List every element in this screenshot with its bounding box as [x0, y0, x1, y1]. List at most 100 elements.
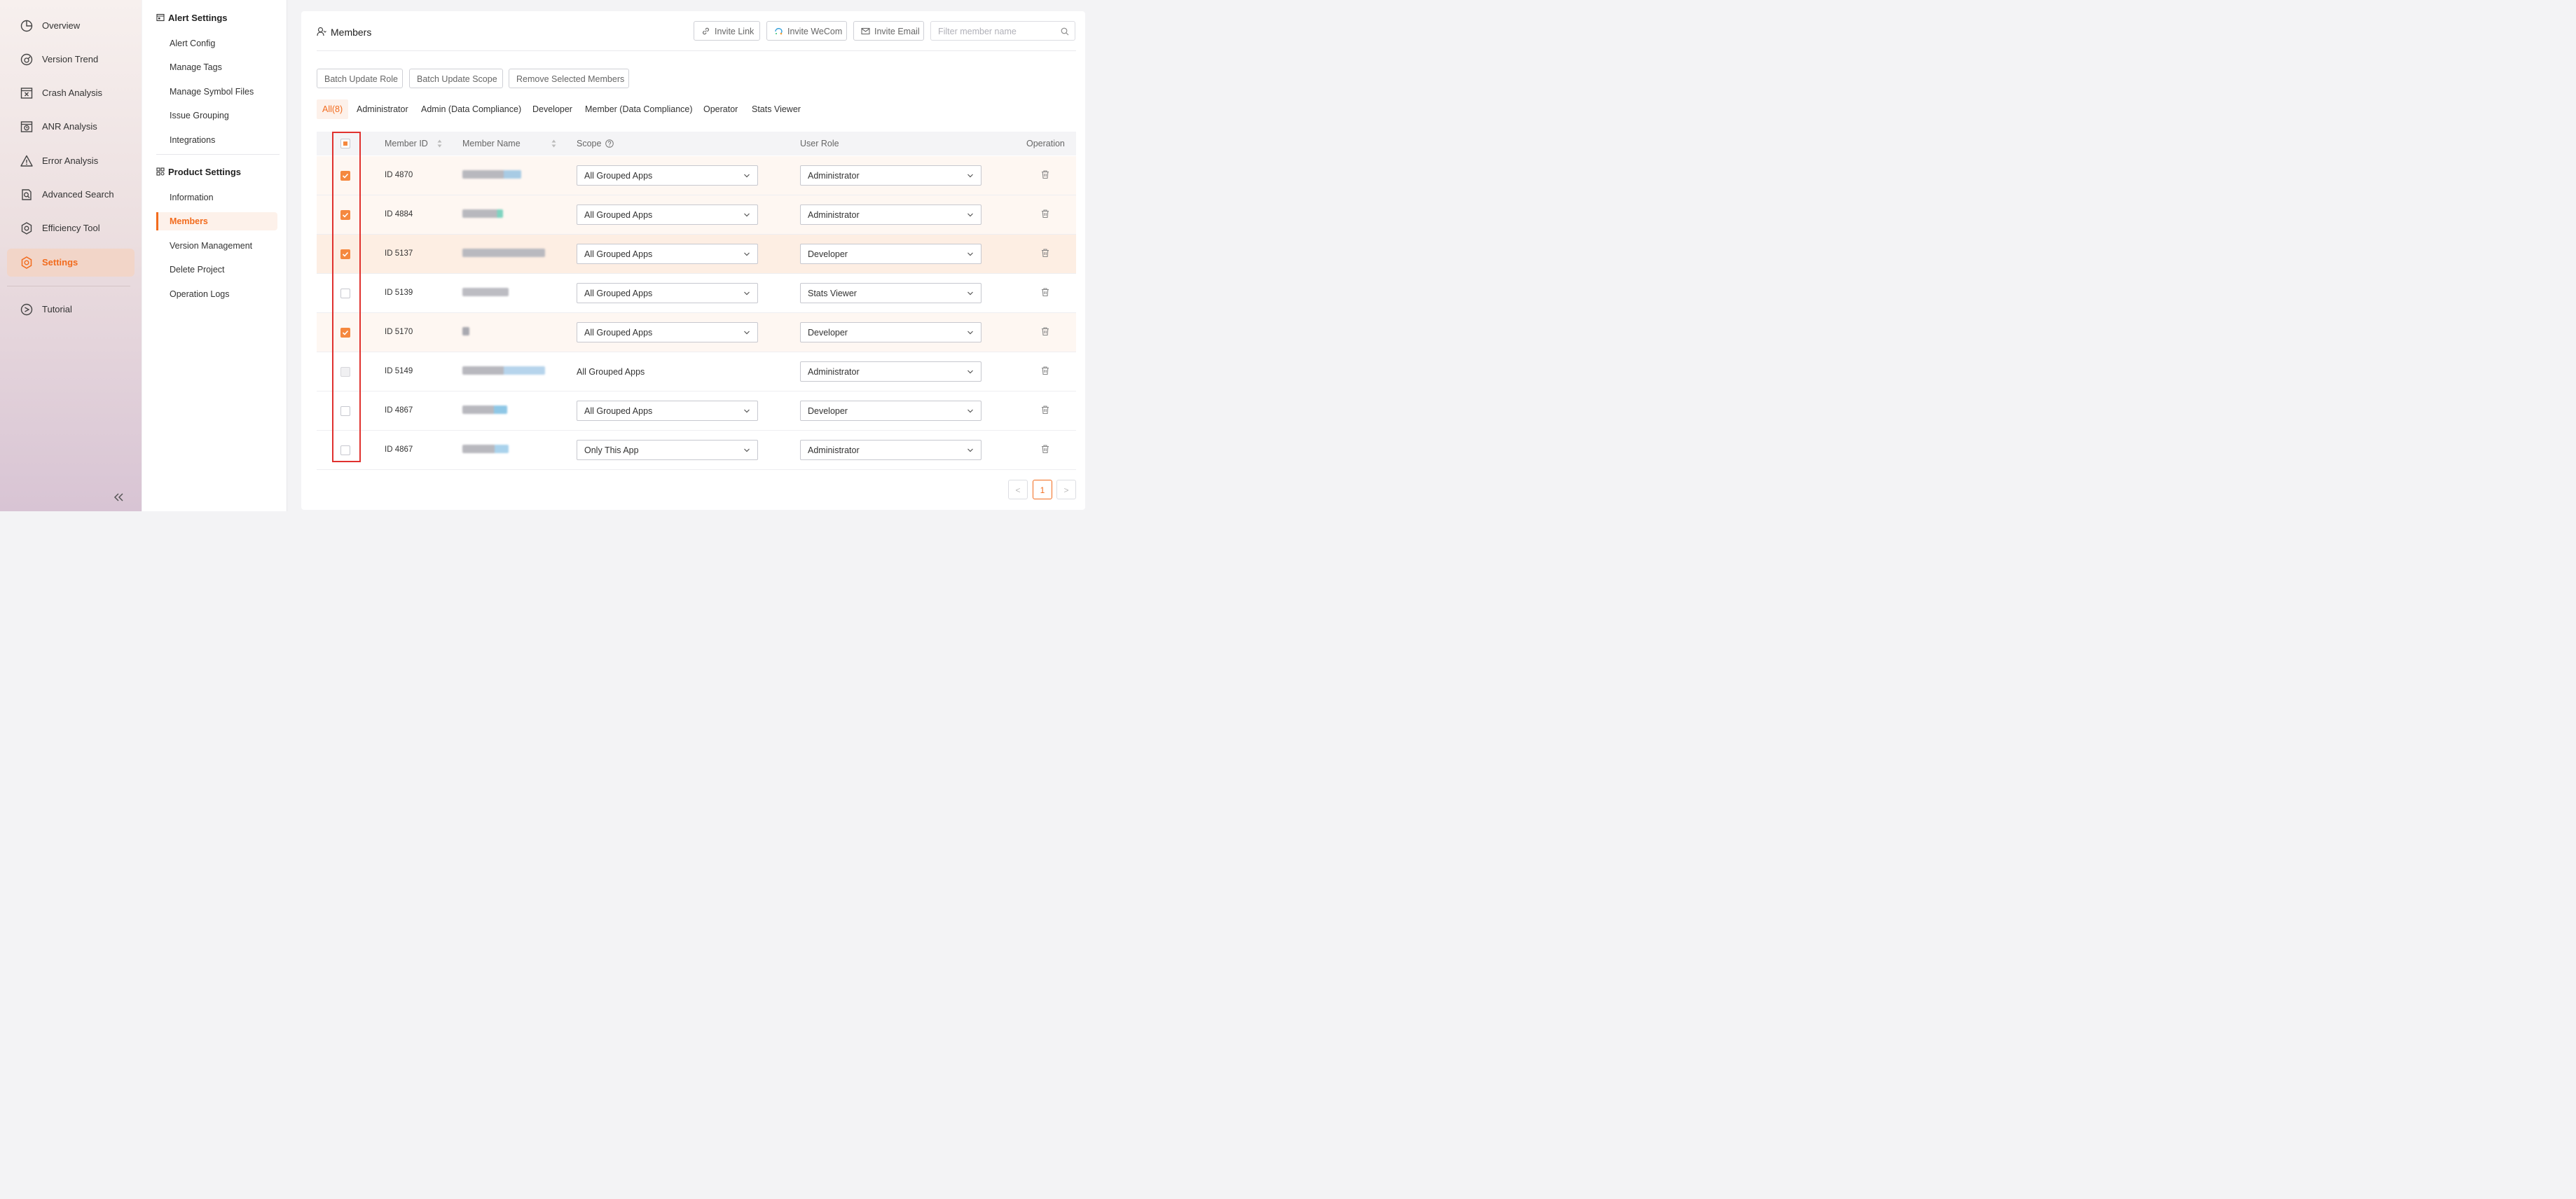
nav-item-settings[interactable]: Settings: [6, 248, 135, 277]
search-icon[interactable]: [1061, 27, 1069, 36]
scope-select[interactable]: All Grouped Apps: [576, 321, 758, 342]
table-row: ID 4867 Only This App Administrator: [316, 431, 1076, 470]
tab-admin-data-compliance[interactable]: Admin (Data Compliance): [421, 104, 521, 114]
subnav-item-information[interactable]: Information: [156, 188, 277, 207]
col-scope: Scope: [576, 138, 602, 148]
role-select[interactable]: Developer: [799, 321, 982, 342]
role-select[interactable]: Administrator: [799, 204, 982, 225]
delete-icon[interactable]: [1040, 248, 1050, 258]
subnav-item-manage-symbol-files[interactable]: Manage Symbol Files: [156, 83, 277, 101]
nav-item-crash-analysis[interactable]: Crash Analysis: [7, 79, 135, 107]
scope-select[interactable]: All Grouped Apps: [576, 400, 758, 421]
subnav-item-delete-project[interactable]: Delete Project: [156, 261, 277, 279]
product-settings-icon: [156, 167, 165, 176]
scope-select[interactable]: All Grouped Apps: [576, 243, 758, 264]
col-member-name[interactable]: Member Name: [462, 139, 521, 148]
delete-icon[interactable]: [1040, 366, 1050, 375]
page-1-button[interactable]: 1: [1032, 479, 1052, 499]
batch-update-role-label: Batch Update Role: [324, 74, 398, 84]
pie-chart-icon: [20, 20, 33, 32]
member-filter-input[interactable]: [936, 25, 1059, 38]
role-select[interactable]: Administrator: [799, 361, 982, 382]
sort-icon[interactable]: [551, 139, 556, 148]
subnav-divider: [156, 153, 280, 155]
sort-icon[interactable]: [437, 139, 442, 148]
subnav-label: Members: [169, 216, 208, 226]
subnav-item-integrations[interactable]: Integrations: [156, 131, 277, 149]
tab-all[interactable]: All(8): [322, 104, 343, 114]
crash-window-icon: [20, 88, 33, 99]
nav-item-advanced-search[interactable]: Advanced Search: [7, 181, 135, 209]
scope-select[interactable]: All Grouped Apps: [576, 165, 758, 186]
tab-member-data-compliance[interactable]: Member (Data Compliance): [585, 104, 693, 114]
batch-update-scope-button[interactable]: Batch Update Scope: [408, 68, 503, 88]
tab-stats-viewer[interactable]: Stats Viewer: [752, 104, 801, 114]
role-select[interactable]: Administrator: [799, 165, 982, 186]
scope-select[interactable]: All Grouped Apps: [576, 282, 758, 303]
invite-email-button[interactable]: Invite Email: [853, 20, 924, 41]
delete-icon[interactable]: [1040, 326, 1050, 336]
next-page-button[interactable]: >: [1056, 479, 1076, 499]
member-id: ID 4867: [384, 406, 413, 415]
scope-select[interactable]: Only This App: [576, 439, 758, 460]
table-row: ID 4870 All Grouped Apps Administrator: [316, 155, 1076, 195]
delete-icon[interactable]: [1040, 169, 1050, 179]
role-select[interactable]: Stats Viewer: [799, 282, 982, 303]
delete-icon[interactable]: [1040, 444, 1050, 454]
select-all-checkbox[interactable]: [340, 138, 350, 148]
collapse-sidebar-icon[interactable]: [112, 490, 125, 504]
row-checkbox[interactable]: [340, 445, 350, 455]
row-checkbox[interactable]: [340, 209, 350, 220]
col-operation: Operation: [1026, 138, 1065, 148]
subnav-item-manage-tags[interactable]: Manage Tags: [156, 58, 277, 76]
scope-value: All Grouped Apps: [584, 406, 653, 416]
row-checkbox[interactable]: [340, 406, 350, 416]
row-checkbox: [340, 366, 350, 377]
batch-update-role-button[interactable]: Batch Update Role: [316, 68, 403, 88]
nav-item-version-trend[interactable]: Version Trend: [7, 46, 135, 74]
row-checkbox[interactable]: [340, 249, 350, 259]
invite-link-button[interactable]: Invite Link: [693, 20, 760, 41]
tab-administrator[interactable]: Administrator: [357, 104, 408, 114]
prev-page-button[interactable]: <: [1007, 479, 1028, 499]
table-row: ID 5137 All Grouped Apps Developer: [316, 234, 1076, 274]
nav-item-tutorial[interactable]: Tutorial: [7, 296, 135, 324]
col-member-id[interactable]: Member ID: [385, 139, 428, 148]
subnav-item-version-management[interactable]: Version Management: [156, 237, 277, 255]
subnav-item-members[interactable]: Members: [156, 212, 277, 230]
tab-operator[interactable]: Operator: [703, 104, 738, 114]
subnav-item-alert-config[interactable]: Alert Config: [156, 34, 277, 53]
nav-item-error-analysis[interactable]: Error Analysis: [7, 147, 135, 175]
subnav-label: Delete Project: [169, 264, 225, 275]
nav-item-efficiency-tool[interactable]: Efficiency Tool: [7, 214, 135, 242]
scope-select[interactable]: All Grouped Apps: [576, 204, 758, 225]
scope-value: All Grouped Apps: [576, 366, 645, 377]
invite-wecom-button[interactable]: Invite WeCom: [766, 20, 847, 41]
nav-item-anr-analysis[interactable]: ANR Analysis: [7, 113, 135, 141]
member-name-redacted: [462, 444, 509, 453]
subnav-label: Version Management: [169, 240, 253, 251]
row-checkbox[interactable]: [340, 170, 350, 181]
delete-icon[interactable]: [1040, 405, 1050, 415]
chevron-down-icon: [744, 252, 750, 256]
row-checkbox[interactable]: [340, 288, 350, 298]
role-select[interactable]: Developer: [799, 400, 982, 421]
delete-icon[interactable]: [1040, 287, 1050, 297]
row-checkbox[interactable]: [340, 327, 350, 338]
role-select[interactable]: Administrator: [799, 439, 982, 460]
nav-item-overview[interactable]: Overview: [7, 12, 135, 40]
scope-value: All Grouped Apps: [584, 170, 653, 181]
subnav-label: Information: [169, 192, 214, 202]
chevron-down-icon: [744, 448, 750, 452]
member-filter[interactable]: [930, 20, 1075, 41]
page-title-text: Members: [330, 26, 372, 38]
delete-icon[interactable]: [1040, 209, 1050, 219]
tab-developer[interactable]: Developer: [532, 104, 572, 114]
table-row: ID 5139 All Grouped Apps Stats Viewer: [316, 274, 1076, 313]
member-name-redacted: [462, 169, 521, 179]
remove-selected-members-button[interactable]: Remove Selected Members: [508, 68, 629, 88]
help-icon[interactable]: [605, 139, 614, 148]
subnav-item-issue-grouping[interactable]: Issue Grouping: [156, 106, 277, 125]
subnav-item-operation-logs[interactable]: Operation Logs: [156, 285, 277, 303]
role-select[interactable]: Developer: [799, 243, 982, 264]
